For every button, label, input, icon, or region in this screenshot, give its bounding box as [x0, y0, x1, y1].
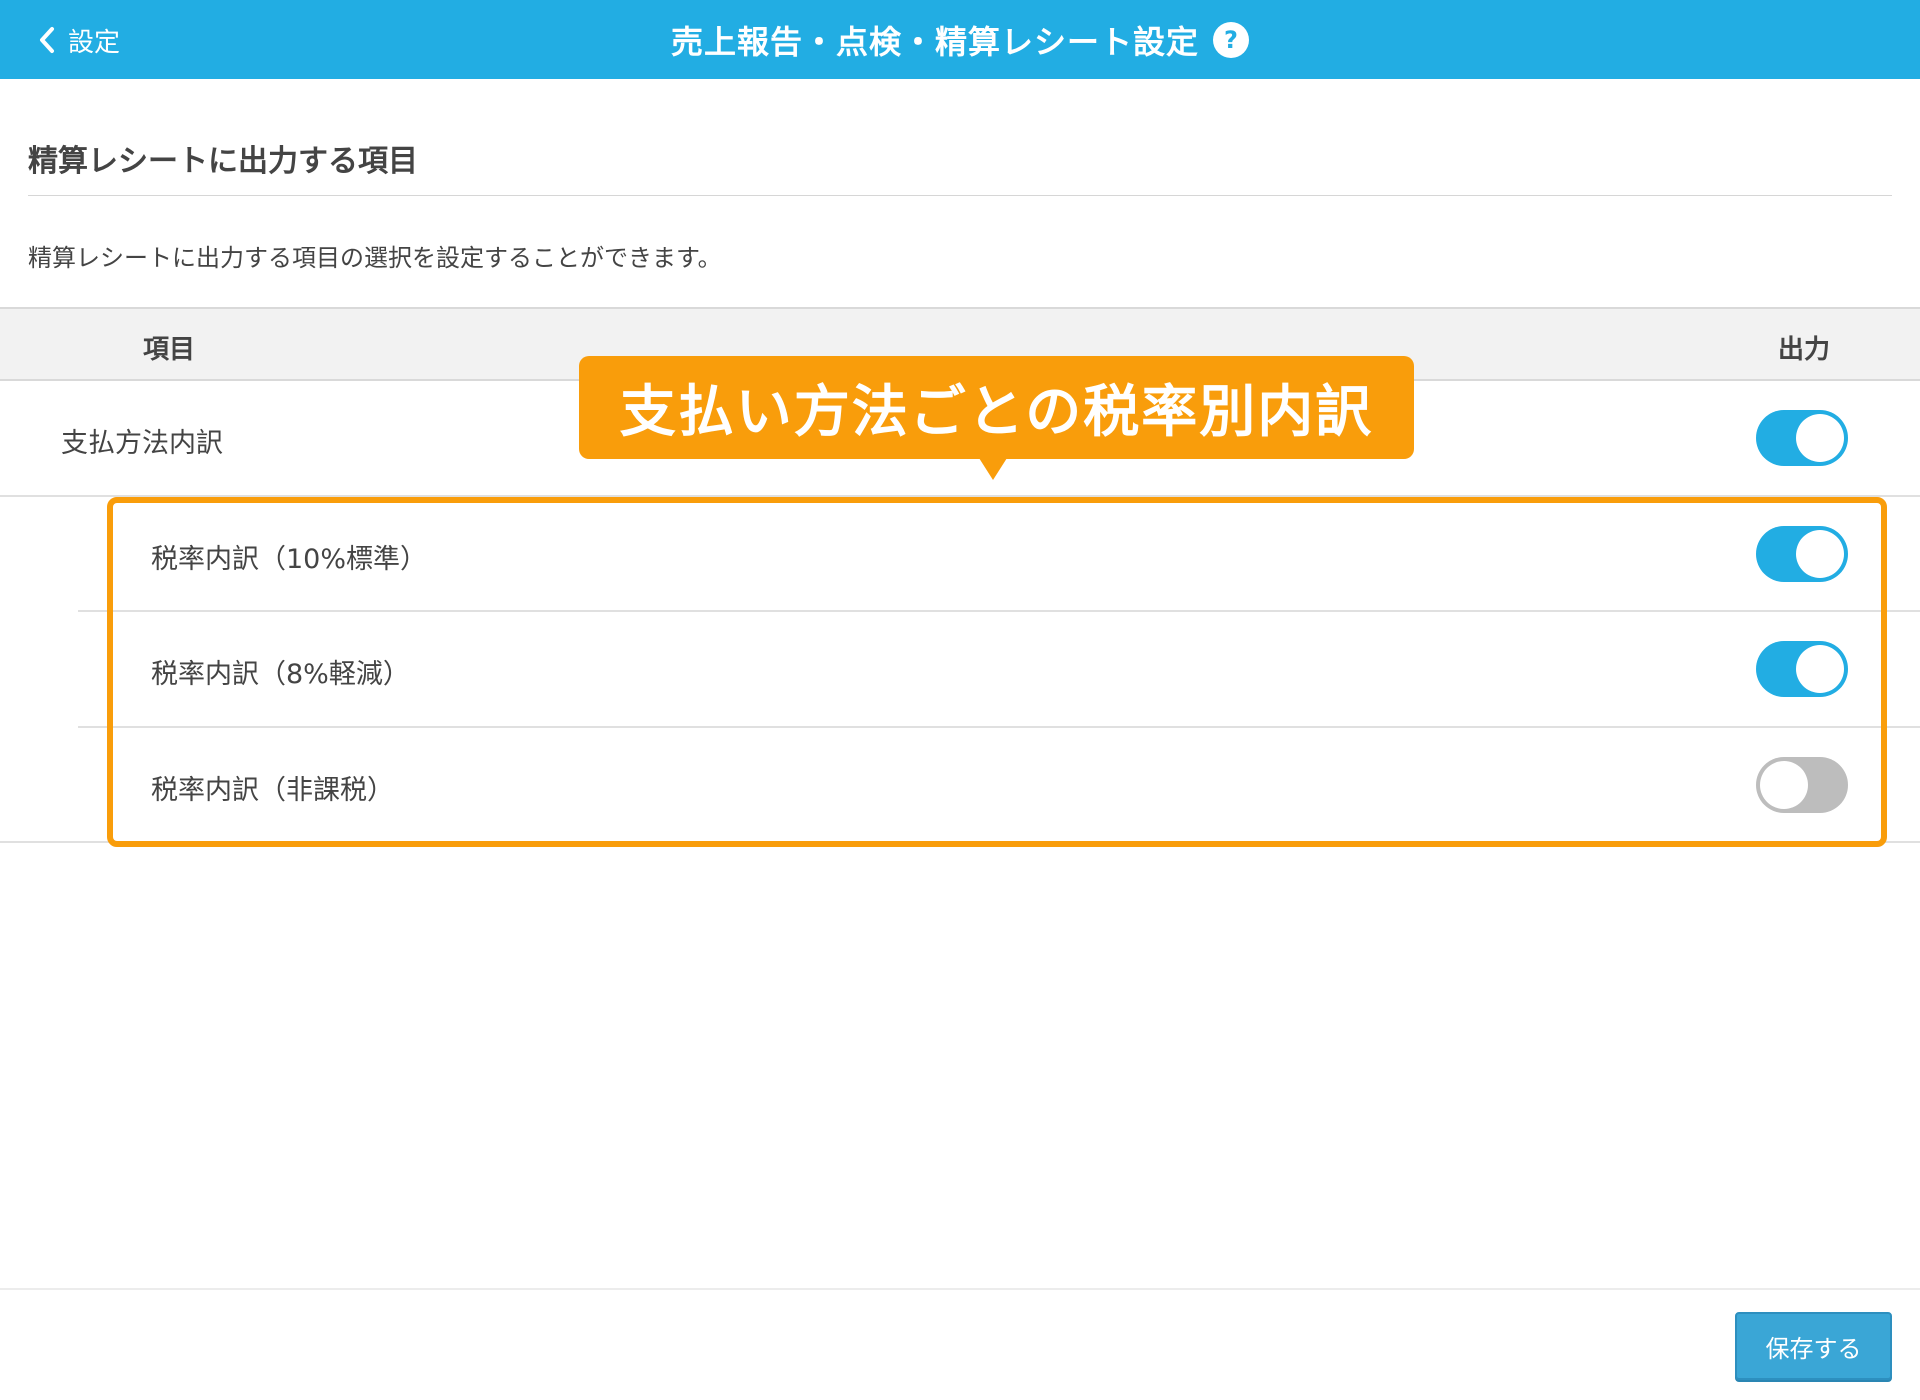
title-area: 売上報告・点検・精算レシート設定 ?	[0, 16, 1920, 64]
page-title: 売上報告・点検・精算レシート設定	[670, 23, 1199, 61]
highlight-frame	[107, 497, 1887, 847]
column-header-item: 項目	[143, 335, 196, 365]
toggle-knob	[1796, 414, 1844, 462]
save-button[interactable]: 保存する	[1735, 1312, 1892, 1380]
footer-divider	[0, 1288, 1920, 1290]
row-label: 支払方法内訳	[61, 428, 223, 459]
callout-banner: 支払い方法ごとの税率別内訳	[579, 356, 1414, 459]
toggle-payment-breakdown[interactable]	[1756, 410, 1848, 466]
column-header-output: 出力	[1778, 335, 1831, 365]
callout-pointer	[979, 458, 1007, 480]
section-description: 精算レシートに出力する項目の選択を設定することができます。	[28, 244, 722, 272]
section-divider	[28, 195, 1892, 196]
section-title: 精算レシートに出力する項目	[28, 144, 418, 179]
callout-text: 支払い方法ごとの税率別内訳	[619, 380, 1374, 445]
help-icon[interactable]: ?	[1213, 22, 1249, 58]
nav-header: 設定 売上報告・点検・精算レシート設定 ?	[0, 0, 1920, 79]
